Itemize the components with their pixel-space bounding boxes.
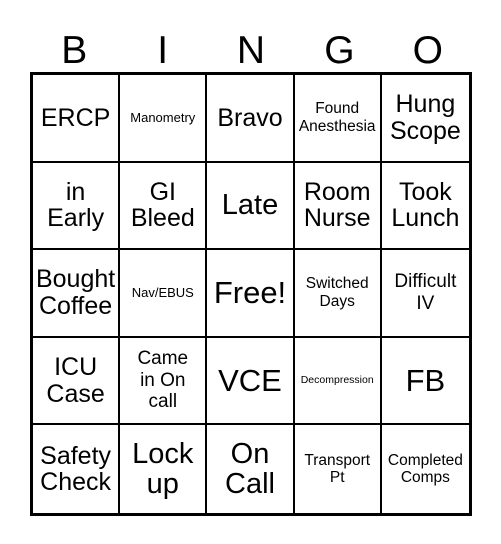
bingo-cell-label: Lock up — [132, 438, 194, 501]
bingo-cell[interactable]: Decompression — [294, 337, 382, 426]
bingo-card: B I N G O ERCP Manometry Bravo Found Anesth… — [0, 0, 501, 544]
bingo-cell[interactable]: GI Bleed — [120, 162, 208, 251]
bingo-cell-label: Switched Days — [305, 275, 369, 310]
bingo-cell-label: Came in On call — [137, 348, 189, 413]
bingo-cell-label: GI Bleed — [130, 177, 195, 233]
bingo-cell-label: Took Lunch — [391, 177, 460, 233]
bingo-header-letter-o: O — [412, 29, 443, 72]
bingo-cell[interactable]: Took Lunch — [381, 162, 469, 251]
bingo-header-letter-i: I — [157, 29, 169, 72]
bingo-cell-label: Room Nurse — [303, 177, 371, 233]
bingo-cell[interactable]: On Call — [207, 425, 295, 513]
bingo-cell[interactable]: Late — [207, 162, 295, 251]
bingo-cell-label: Difficult IV — [394, 271, 457, 314]
bingo-grid: ERCP Manometry Bravo Found Anesthesia Hung S… — [30, 72, 472, 516]
bingo-cell[interactable]: Switched Days — [294, 250, 382, 338]
bingo-cell[interactable]: Room Nurse — [294, 162, 382, 251]
bingo-cell[interactable]: VCE — [207, 337, 295, 426]
bingo-cell[interactable]: Transport Pt — [294, 425, 382, 513]
bingo-cell-label: VCE — [218, 362, 282, 398]
bingo-cell-label: Safety Check — [40, 441, 112, 497]
bingo-cell[interactable]: Manometry — [120, 75, 208, 163]
bingo-cell-label: Transport Pt — [304, 451, 371, 487]
bingo-cell[interactable]: Safety Check — [33, 425, 121, 513]
bingo-cell-label: Bought Coffee — [35, 265, 116, 320]
bingo-cell-label: Found Anesthesia — [298, 100, 376, 135]
bingo-cell[interactable]: Came in On call — [120, 337, 208, 426]
bingo-cell-label: FB — [405, 362, 446, 398]
bingo-header-row: B I N G O — [30, 14, 472, 72]
bingo-cell[interactable]: Lock up — [120, 425, 208, 513]
bingo-cell-label: ERCP — [40, 103, 111, 132]
bingo-cell[interactable]: ERCP — [33, 75, 121, 163]
bingo-cell-label: Free! — [213, 275, 287, 311]
bingo-header-letter-g: G — [324, 29, 355, 72]
bingo-cell-label: Bravo — [217, 103, 283, 132]
bingo-cell-label: Decompression — [300, 373, 374, 386]
bingo-cell-label: ICU Case — [46, 353, 105, 408]
bingo-cell[interactable]: Completed Comps — [381, 425, 469, 513]
bingo-cell[interactable]: Bought Coffee — [33, 250, 121, 338]
bingo-header-letter-b: B — [61, 29, 88, 72]
bingo-cell-label: On Call — [225, 438, 275, 501]
bingo-cell[interactable]: Bravo — [207, 75, 295, 163]
bingo-cell-label: Nav/EBUS — [131, 284, 194, 300]
bingo-cell[interactable]: Difficult IV — [381, 250, 469, 338]
bingo-header-letter-n: N — [236, 29, 266, 72]
bingo-cell-label: in Early — [47, 177, 105, 233]
bingo-cell-label: Late — [221, 189, 279, 222]
bingo-cell[interactable]: Hung Scope — [381, 75, 469, 163]
bingo-cell[interactable]: FB — [381, 337, 469, 426]
bingo-free-space-cell[interactable]: Free! — [207, 250, 295, 338]
bingo-cell[interactable]: in Early — [33, 162, 121, 251]
bingo-cell[interactable]: Found Anesthesia — [294, 75, 382, 163]
bingo-cell[interactable]: ICU Case — [33, 337, 121, 426]
bingo-cell[interactable]: Nav/EBUS — [120, 250, 208, 338]
bingo-cell-label: Completed Comps — [387, 451, 463, 487]
bingo-cell-label: Manometry — [130, 109, 196, 125]
bingo-cell-label: Hung Scope — [389, 90, 461, 145]
